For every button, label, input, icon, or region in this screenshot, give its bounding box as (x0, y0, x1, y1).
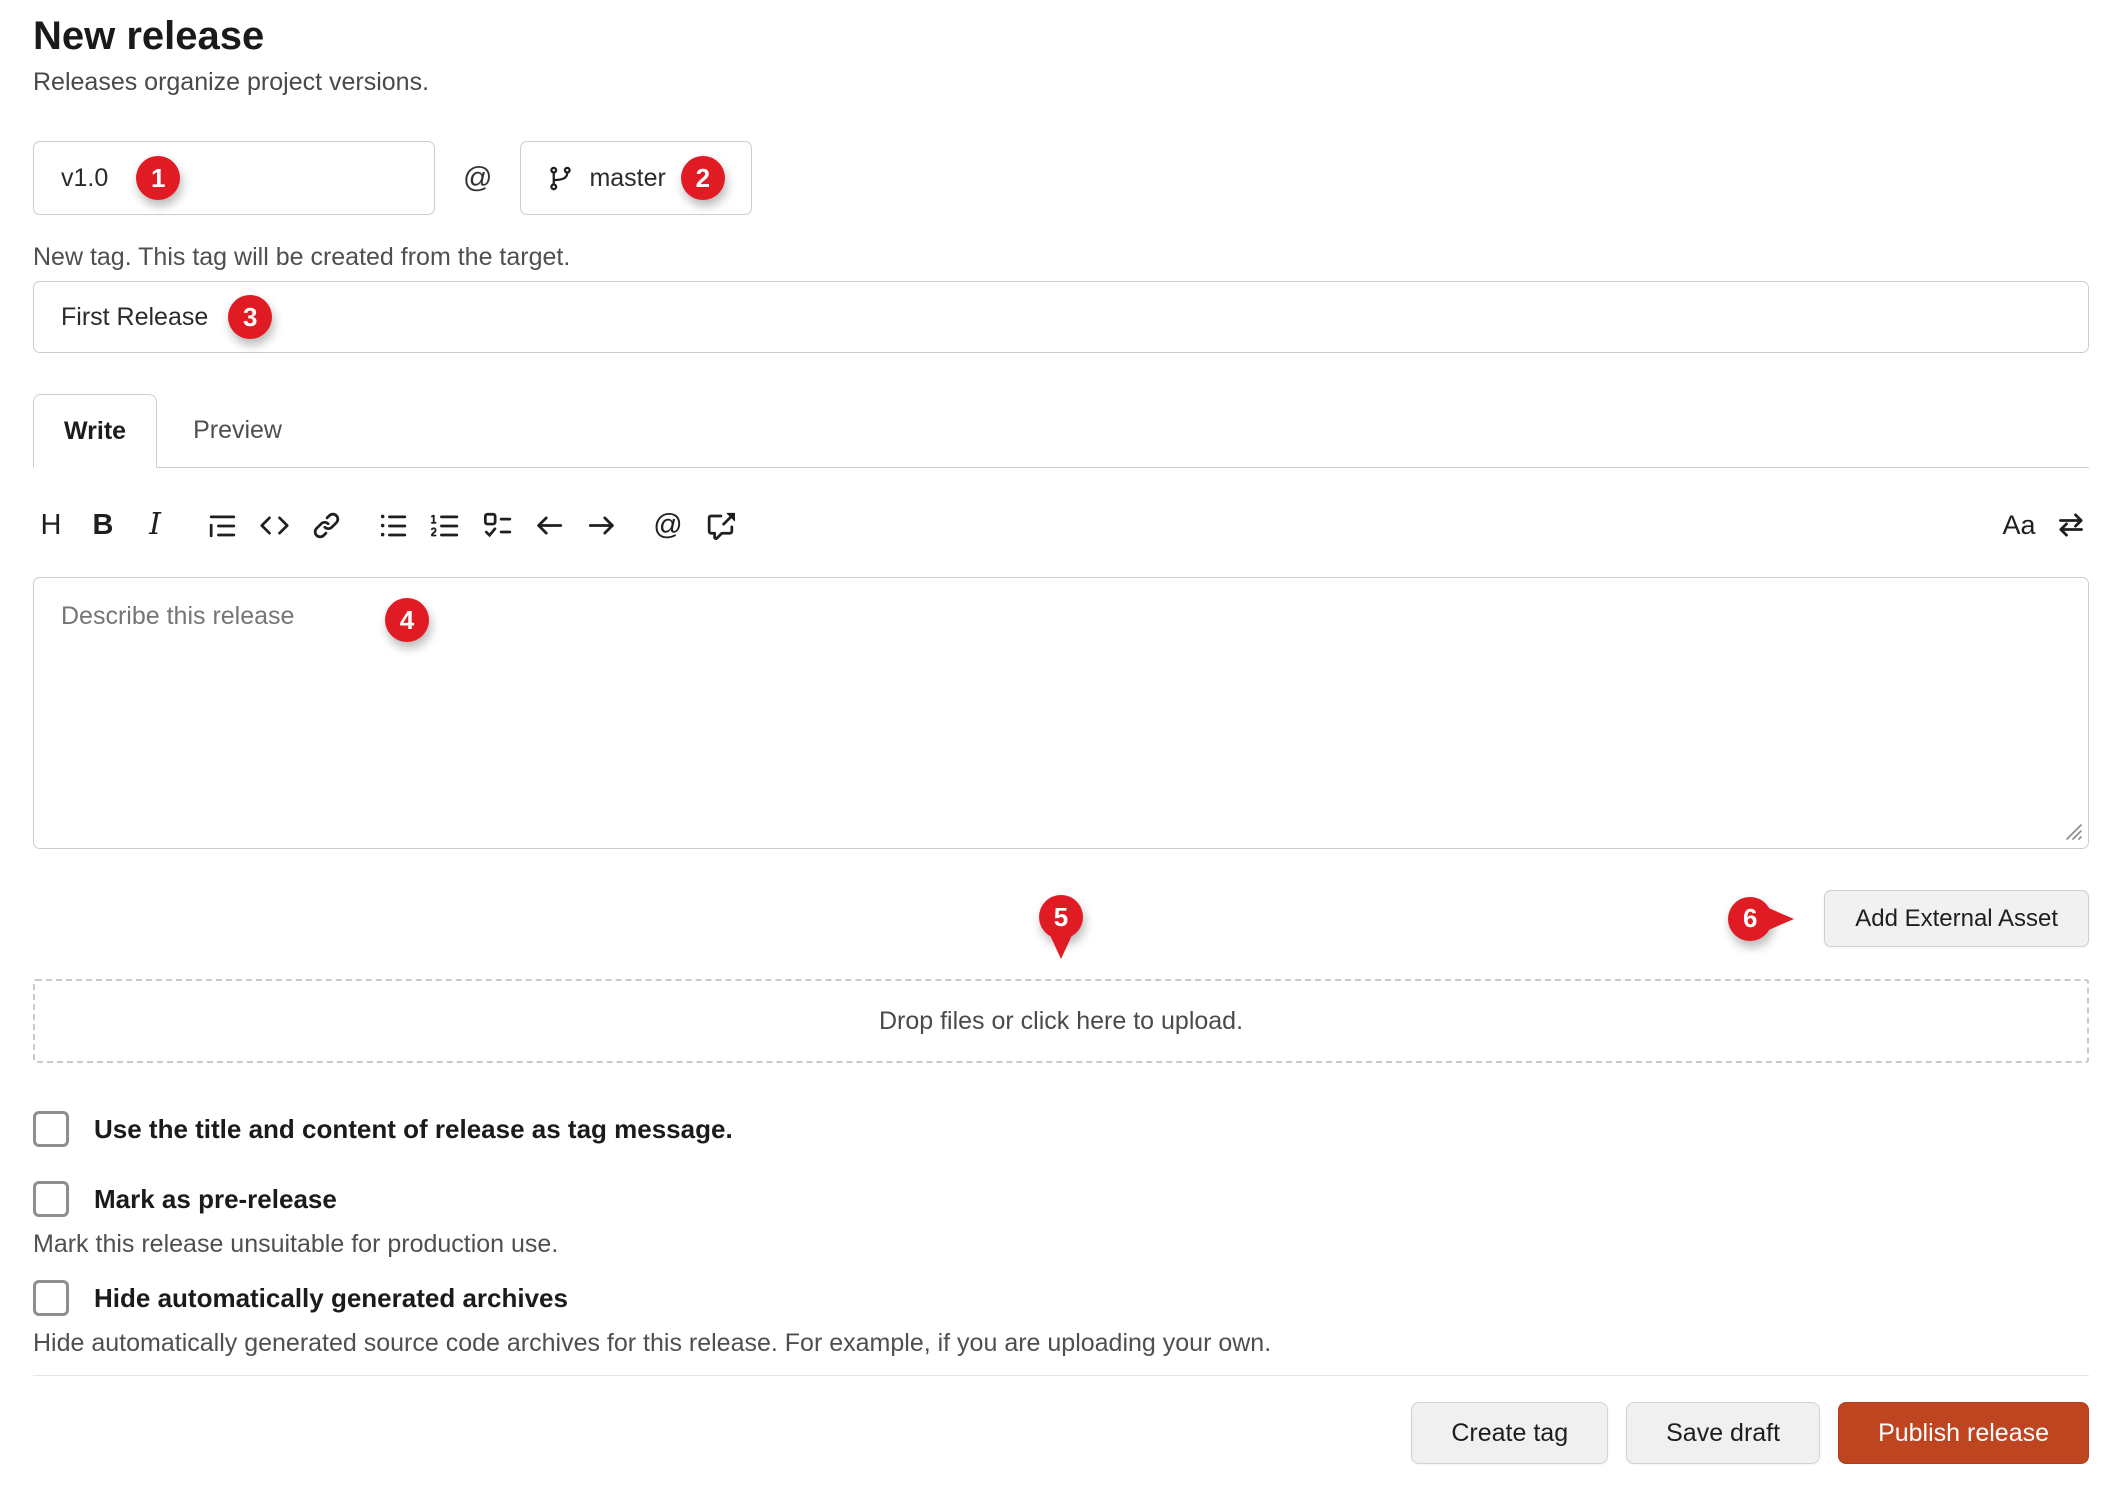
switch-editor-icon (2056, 510, 2086, 540)
release-title-value: First Release (61, 303, 208, 332)
tab-preview[interactable]: Preview (157, 393, 318, 467)
tag-name-value: v1.0 (61, 164, 108, 193)
option-hide-archives: Hide automatically generated archives Hi… (33, 1280, 2089, 1359)
monospace-toggle-button[interactable]: Aa (2001, 506, 2037, 544)
list-ordered-button[interactable] (427, 506, 463, 544)
task-list-icon (483, 511, 512, 540)
git-branch-icon (547, 165, 574, 192)
prerelease-label: Mark as pre-release (94, 1184, 337, 1215)
add-external-asset-button[interactable]: Add External Asset (1824, 890, 2089, 947)
page-subtitle: Releases organize project versions. (33, 68, 2089, 97)
tab-write[interactable]: Write (33, 394, 157, 468)
mention-button[interactable]: @ (650, 506, 686, 544)
file-dropzone[interactable]: Drop files or click here to upload. (33, 979, 2089, 1063)
tag-message-checkbox[interactable] (33, 1111, 69, 1147)
mention-icon: @ (653, 511, 682, 540)
prerelease-description: Mark this release unsuitable for product… (33, 1228, 2089, 1260)
editor-tabs: Write Preview (33, 393, 2089, 468)
annotation-badge-2: 2 (681, 156, 725, 200)
release-description-textarea[interactable] (33, 577, 2089, 849)
outdent-button[interactable] (531, 506, 567, 544)
link-icon (312, 511, 341, 540)
bold-icon: B (93, 511, 114, 540)
hide-archives-label: Hide automatically generated archives (94, 1283, 568, 1314)
resize-handle-icon[interactable] (2060, 818, 2084, 842)
option-prerelease: Mark as pre-release Mark this release un… (33, 1181, 2089, 1260)
heading-button[interactable]: H (33, 506, 69, 544)
italic-icon: I (149, 510, 161, 540)
cross-reference-icon (706, 511, 735, 540)
link-button[interactable] (308, 506, 344, 544)
editor-body: 4 (33, 577, 2089, 849)
prerelease-checkbox[interactable] (33, 1181, 69, 1217)
heading-icon: H (41, 511, 62, 540)
cross-reference-button[interactable] (702, 506, 738, 544)
page-title: New release (33, 14, 2089, 59)
editor-toolbar: H B I @ Aa (33, 506, 2089, 544)
quote-button[interactable] (204, 506, 240, 544)
quote-icon (208, 511, 237, 540)
annotation-badge-4: 4 (385, 598, 429, 642)
footer-divider (33, 1375, 2089, 1376)
switch-editor-button[interactable] (2053, 506, 2089, 544)
list-ordered-icon (431, 511, 460, 540)
dropzone-text: Drop files or click here to upload. (879, 1007, 1243, 1036)
branch-label: master (589, 164, 665, 193)
annotation-badge-3: 3 (228, 295, 272, 339)
tag-target-row: v1.0 1 @ master 2 (33, 141, 2089, 215)
annotation-badge-1: 1 (136, 156, 180, 200)
task-list-button[interactable] (479, 506, 515, 544)
save-draft-button[interactable]: Save draft (1626, 1402, 1820, 1464)
action-buttons: Create tag Save draft Publish release (33, 1402, 2089, 1464)
tag-helper-text: New tag. This tag will be created from t… (33, 241, 2089, 273)
hide-archives-checkbox[interactable] (33, 1280, 69, 1316)
tag-name-input[interactable]: v1.0 1 (33, 141, 435, 215)
option-tag-message: Use the title and content of release as … (33, 1111, 2089, 1147)
code-icon (260, 511, 289, 540)
indent-button[interactable] (583, 506, 619, 544)
monospace-icon: Aa (2002, 512, 2035, 539)
arrow-left-icon (535, 511, 564, 540)
code-button[interactable] (256, 506, 292, 544)
create-tag-button[interactable]: Create tag (1411, 1402, 1608, 1464)
annotation-badge-5: 5 (1039, 895, 1083, 939)
release-title-input[interactable]: First Release 3 (33, 281, 2089, 353)
list-unordered-icon (379, 511, 408, 540)
publish-release-button[interactable]: Publish release (1838, 1402, 2089, 1464)
branch-select-button[interactable]: master 2 (520, 141, 751, 215)
annotation-badge-6: 6 (1728, 897, 1772, 941)
bold-button[interactable]: B (85, 506, 121, 544)
hide-archives-description: Hide automatically generated source code… (33, 1327, 2089, 1359)
release-options: Use the title and content of release as … (33, 1111, 2089, 1359)
tag-message-label: Use the title and content of release as … (94, 1114, 733, 1145)
list-unordered-button[interactable] (375, 506, 411, 544)
dropzone-wrap: 5 Drop files or click here to upload. (33, 979, 2089, 1063)
at-separator: @ (463, 162, 492, 195)
arrow-right-icon (587, 511, 616, 540)
italic-button[interactable]: I (137, 506, 173, 544)
